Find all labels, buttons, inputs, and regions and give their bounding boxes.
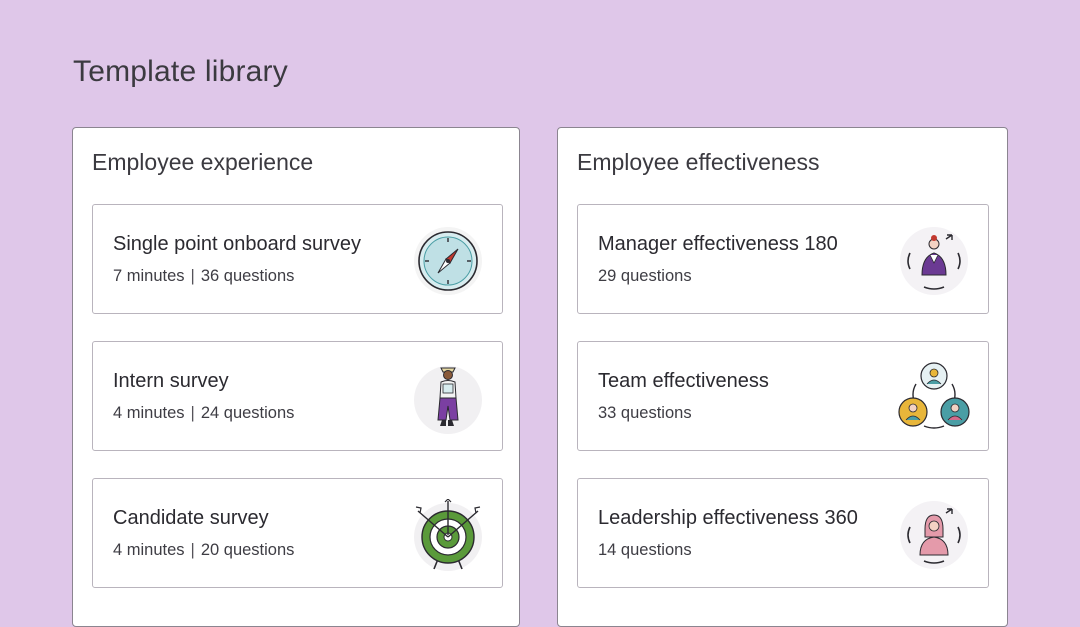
card-title: Single point onboard survey <box>113 233 361 255</box>
card-duration: 4 minutes <box>113 404 185 422</box>
card-meta: 33 questions <box>598 404 692 423</box>
target-icon <box>412 499 484 571</box>
leader-person-icon <box>898 499 970 571</box>
card-duration: 4 minutes <box>113 541 185 559</box>
card-meta: 4 minutes | 20 questions <box>113 541 294 560</box>
panel-title: Employee effectiveness <box>577 149 820 175</box>
panel-employee-experience: Employee experience Single point onboard… <box>72 127 520 627</box>
panel-employee-effectiveness: Employee effectiveness Manager effective… <box>557 127 1008 627</box>
intern-person-icon <box>412 362 484 434</box>
template-card-single-point-onboard-survey[interactable]: Single point onboard survey 7 minutes | 36… <box>92 204 503 314</box>
card-meta: 14 questions <box>598 541 692 560</box>
card-meta: 4 minutes | 24 questions <box>113 404 294 423</box>
card-title: Candidate survey <box>113 507 269 529</box>
card-duration: 7 minutes <box>113 267 185 285</box>
team-cycle-icon <box>898 362 970 434</box>
card-question-count: 29 questions <box>598 267 692 285</box>
card-question-count: 20 questions <box>200 541 295 559</box>
meta-separator: | <box>190 267 195 285</box>
template-card-candidate-survey[interactable]: Candidate survey 4 minutes | 20 questions <box>92 478 503 588</box>
card-title: Manager effectiveness 180 <box>598 233 838 255</box>
card-question-count: 36 questions <box>200 267 295 285</box>
manager-person-icon <box>898 225 970 297</box>
page-title: Template library <box>73 55 288 88</box>
card-meta: 7 minutes | 36 questions <box>113 267 294 286</box>
card-title: Team effectiveness <box>598 370 769 392</box>
panel-title: Employee experience <box>92 149 314 175</box>
meta-separator: | <box>190 404 195 422</box>
meta-separator: | <box>190 541 195 559</box>
template-card-manager-effectiveness-180[interactable]: Manager effectiveness 180 29 questions <box>577 204 989 314</box>
template-card-intern-survey[interactable]: Intern survey 4 minutes | 24 questions <box>92 341 503 451</box>
compass-icon <box>412 225 484 297</box>
card-meta: 29 questions <box>598 267 692 286</box>
template-card-team-effectiveness[interactable]: Team effectiveness 33 questions <box>577 341 989 451</box>
card-question-count: 14 questions <box>598 541 692 559</box>
card-title: Leadership effectiveness 360 <box>598 507 858 529</box>
card-question-count: 24 questions <box>200 404 295 422</box>
template-card-leadership-effectiveness-360[interactable]: Leadership effectiveness 360 14 question… <box>577 478 989 588</box>
card-question-count: 33 questions <box>598 404 692 422</box>
card-title: Intern survey <box>113 370 229 392</box>
